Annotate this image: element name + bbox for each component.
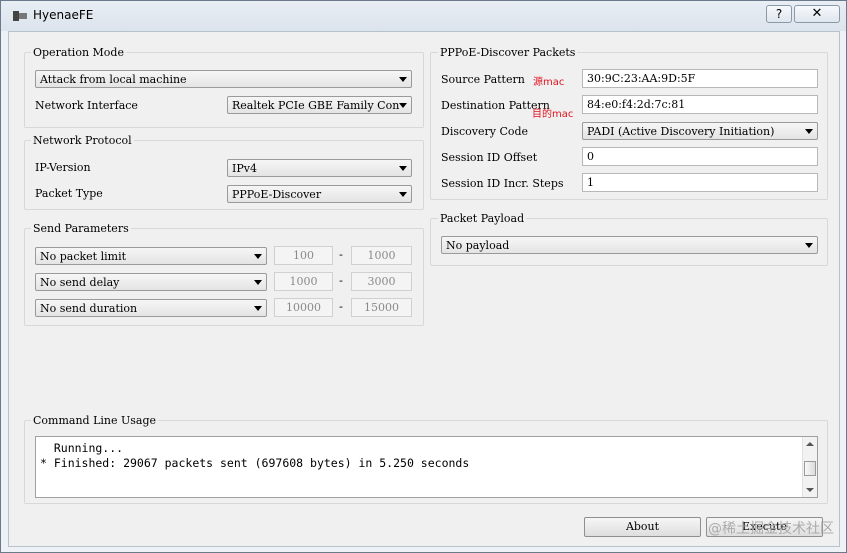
network-interface-select[interactable]: Realtek PCIe GBE Family Con bbox=[227, 96, 412, 114]
send-delay-select[interactable]: No send delay bbox=[35, 273, 267, 291]
send-duration-min-field[interactable]: 10000 bbox=[274, 298, 333, 317]
packet-limit-max-value: 1000 bbox=[367, 249, 396, 262]
packet-limit-min-field[interactable]: 100 bbox=[274, 246, 333, 265]
session-id-offset-value: 0 bbox=[587, 150, 594, 163]
send-delay-max-value: 3000 bbox=[367, 275, 396, 288]
chevron-down-icon bbox=[805, 243, 813, 248]
chevron-down-icon bbox=[399, 103, 407, 108]
destination-pattern-value: 84:e0:f4:2d:7c:81 bbox=[587, 98, 686, 111]
range-separator: - bbox=[339, 300, 343, 313]
send-delay-min-field[interactable]: 1000 bbox=[274, 272, 333, 291]
range-separator: - bbox=[339, 274, 343, 287]
watermark: @稀土掘金技术社区 bbox=[708, 521, 834, 537]
source-pattern-value: 30:9C:23:AA:9D:5F bbox=[587, 72, 696, 85]
command-line-title: Command Line Usage bbox=[31, 414, 159, 427]
send-duration-value: No send duration bbox=[40, 302, 138, 315]
session-id-steps-input[interactable]: 1 bbox=[582, 173, 818, 192]
pppoe-discover-title: PPPoE-Discover Packets bbox=[438, 46, 578, 59]
about-button[interactable]: About bbox=[584, 517, 701, 537]
chevron-down-icon bbox=[805, 129, 813, 134]
source-pattern-label: Source Pattern bbox=[441, 73, 525, 86]
discovery-code-select[interactable]: PADI (Active Discovery Initiation) bbox=[582, 122, 818, 140]
packet-type-select[interactable]: PPPoE-Discover bbox=[227, 185, 412, 203]
chevron-down-icon bbox=[254, 254, 262, 259]
packet-payload-title: Packet Payload bbox=[438, 212, 527, 225]
packet-type-value: PPPoE-Discover bbox=[232, 188, 322, 201]
app-icon bbox=[13, 11, 27, 21]
operation-mode-group bbox=[24, 52, 424, 128]
scroll-thumb[interactable] bbox=[804, 461, 816, 476]
chevron-down-icon bbox=[399, 166, 407, 171]
send-parameters-title: Send Parameters bbox=[31, 222, 131, 235]
send-duration-select[interactable]: No send duration bbox=[35, 299, 267, 317]
session-id-offset-label: Session ID Offset bbox=[441, 151, 538, 164]
ip-version-select[interactable]: IPv4 bbox=[227, 159, 412, 177]
operation-mode-title: Operation Mode bbox=[31, 46, 126, 59]
window-title: HyenaeFE bbox=[33, 8, 94, 22]
scroll-up-icon[interactable] bbox=[806, 442, 814, 446]
send-delay-min-value: 1000 bbox=[289, 275, 318, 288]
session-id-steps-label: Session ID Incr. Steps bbox=[441, 177, 564, 190]
session-id-steps-value: 1 bbox=[587, 176, 594, 189]
main-window: HyenaeFE ? ✕ Operation Mode Attack from … bbox=[0, 0, 847, 553]
send-delay-max-field[interactable]: 3000 bbox=[351, 272, 412, 291]
operation-mode-value: Attack from local machine bbox=[40, 73, 187, 86]
console-scrollbar[interactable] bbox=[802, 437, 817, 497]
chevron-down-icon bbox=[399, 77, 407, 82]
send-duration-max-field[interactable]: 15000 bbox=[351, 298, 412, 317]
destination-mac-annotation: 目的mac bbox=[532, 109, 574, 120]
discovery-code-label: Discovery Code bbox=[441, 125, 529, 138]
packet-limit-select[interactable]: No packet limit bbox=[35, 247, 267, 265]
packet-limit-min-value: 100 bbox=[293, 249, 314, 262]
network-interface-value: Realtek PCIe GBE Family Con bbox=[232, 99, 400, 112]
console-line: * Finished: 29067 packets sent (697608 b… bbox=[40, 456, 470, 470]
packet-payload-select[interactable]: No payload bbox=[441, 236, 818, 254]
source-mac-annotation: 源mac bbox=[533, 77, 565, 88]
help-button[interactable]: ? bbox=[766, 5, 792, 23]
chevron-down-icon bbox=[399, 192, 407, 197]
destination-pattern-input[interactable]: 84:e0:f4:2d:7c:81 bbox=[582, 95, 818, 114]
ip-version-value: IPv4 bbox=[232, 162, 257, 175]
network-interface-label: Network Interface bbox=[35, 99, 138, 112]
packet-type-label: Packet Type bbox=[35, 187, 103, 200]
ip-version-label: IP-Version bbox=[35, 161, 91, 174]
send-duration-min-value: 10000 bbox=[286, 301, 321, 314]
close-button[interactable]: ✕ bbox=[794, 5, 840, 23]
network-protocol-title: Network Protocol bbox=[31, 134, 134, 147]
title-bar: HyenaeFE ? ✕ bbox=[1, 1, 846, 31]
discovery-code-value: PADI (Active Discovery Initiation) bbox=[587, 125, 775, 138]
source-pattern-input[interactable]: 30:9C:23:AA:9D:5F bbox=[582, 69, 818, 88]
command-line-output[interactable]: Running... * Finished: 29067 packets sen… bbox=[35, 436, 818, 498]
chevron-down-icon bbox=[254, 306, 262, 311]
packet-limit-value: No packet limit bbox=[40, 250, 127, 263]
send-delay-value: No send delay bbox=[40, 276, 120, 289]
client-area: Operation Mode Attack from local machine… bbox=[8, 31, 840, 547]
send-duration-max-value: 15000 bbox=[364, 301, 399, 314]
packet-limit-max-field[interactable]: 1000 bbox=[351, 246, 412, 265]
console-line: Running... bbox=[40, 441, 124, 455]
operation-mode-select[interactable]: Attack from local machine bbox=[35, 70, 412, 88]
range-separator: - bbox=[339, 248, 343, 261]
packet-payload-value: No payload bbox=[446, 239, 510, 252]
chevron-down-icon bbox=[254, 280, 262, 285]
scroll-down-icon[interactable] bbox=[806, 488, 814, 492]
session-id-offset-input[interactable]: 0 bbox=[582, 147, 818, 166]
